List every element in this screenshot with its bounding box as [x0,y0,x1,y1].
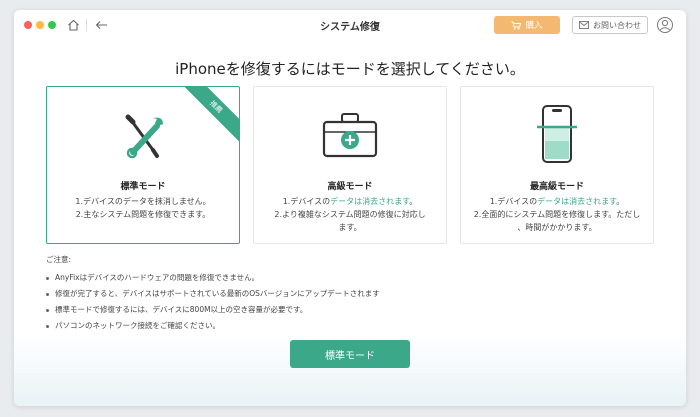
advanced-mode-card[interactable]: 高級モード 1.デバイスのデータは消去されます。 2.より複雑なシステム問題の修… [253,86,447,244]
user-account-icon[interactable] [656,16,674,34]
standard-mode-description: 1.デバイスのデータを抹消しません。 2.主なシステム問題を修復できます。 [55,195,231,221]
title-bar: システム修復 購入 お問い合わせ [14,10,686,40]
note-text: AnyFixはデバイスのハードウェアの問題を修復できません。 [55,273,260,282]
close-window-button[interactable] [24,21,32,29]
advanced-mode-desc-line-3: ます。 [338,223,362,232]
ultimate-mode-description: 1.デバイスのデータは消去されます。 2.全面的にシステム問題を修復します。ただ… [469,195,645,234]
back-arrow-icon[interactable] [92,16,110,34]
standard-mode-desc-line-1: 1.デバイスのデータを抹消しません。 [75,197,211,206]
advanced-mode-description: 1.デバイスのデータは消去されます。 2.より複雑なシステム問題の修復に対応し … [262,195,438,234]
advanced-mode-data-erased-warning: データは消去されます [330,197,410,206]
note-text: 標準モードで修復するには、デバイスに800M以上の空き容量が必要です。 [55,305,308,314]
notes-section: ご注意: AnyFixはデバイスのハードウェアの問題を修復できません。 修復が完… [46,254,380,334]
note-item: 標準モードで修復するには、デバイスに800M以上の空き容量が必要です。 [46,302,380,318]
app-window: システム修復 購入 お問い合わせ iPhoneを修復するにはモードを選択してくだ… [14,10,686,406]
advanced-mode-desc-line-1-end: 。 [409,197,418,206]
ultimate-mode-card[interactable]: 最高級モード 1.デバイスのデータは消去されます。 2.全面的にシステム問題を修… [460,86,654,244]
ultimate-mode-data-erased-warning: データは消去されます [537,197,617,206]
note-text: 修復が完了すると、デバイスはサポートされている最新のOSバージョンにアップデート… [55,289,380,298]
bullet-icon [46,308,49,312]
ultimate-mode-name: 最高級モード [529,182,584,192]
advanced-mode-desc-line-2: 2.より複雑なシステム問題の修復に対応し [274,210,426,219]
contact-button-label: お問い合わせ [593,20,641,30]
note-item: 修復が完了すると、デバイスはサポートされている最新のOSバージョンにアップデート… [46,286,380,302]
page-heading: iPhoneを修復するにはモードを選択してください。 [175,60,525,78]
minimize-window-button[interactable] [36,21,44,29]
ultimate-mode-desc-line-1-end: 。 [616,197,625,206]
standard-mode-card[interactable]: 推薦 標準モード 1.デバイスのデータを抹消しません。 2.主なシステム問題を修… [46,86,240,244]
wrench-screwdriver-icon [47,103,239,169]
ultimate-mode-desc-line-3: 、時間がかかります。 [517,223,597,232]
toolbox-icon [254,103,446,169]
zoom-window-button[interactable] [48,21,56,29]
advanced-mode-desc-line-1-start: 1.デバイスの [282,197,331,206]
home-icon[interactable] [64,16,82,34]
note-text: パソコンのネットワーク接続をご確認ください。 [55,321,220,330]
buy-button[interactable]: 購入 [494,16,560,34]
standard-mode-desc-line-2: 2.主なシステム問題を修復できます。 [75,210,211,219]
mail-icon [579,21,589,29]
note-item: パソコンのネットワーク接続をご確認ください。 [46,318,380,334]
titlebar-divider [86,19,87,31]
contact-button[interactable]: お問い合わせ [572,16,648,34]
cart-icon [511,21,522,30]
bullet-icon [46,324,49,328]
bullet-icon [46,292,49,296]
phone-scan-icon [461,103,653,169]
ultimate-mode-desc-line-1-start: 1.デバイスの [489,197,538,206]
buy-button-label: 購入 [525,21,543,31]
standard-mode-name: 標準モード [120,182,166,192]
advanced-mode-name: 高級モード [327,182,373,192]
bullet-icon [46,276,49,280]
notes-heading: ご注意: [46,255,72,264]
note-item: AnyFixはデバイスのハードウェアの問題を修復できません。 [46,270,380,286]
start-standard-mode-button[interactable]: 標準モード [290,340,410,368]
ultimate-mode-desc-line-2: 2.全面的にシステム問題を修復します。ただし [473,210,641,219]
